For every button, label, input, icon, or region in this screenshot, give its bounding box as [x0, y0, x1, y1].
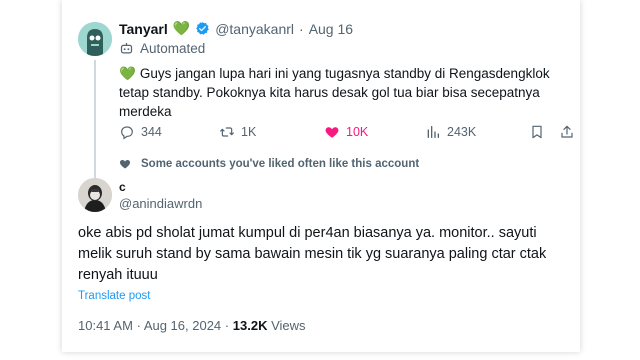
anindiawrdn-avatar[interactable]: [78, 178, 112, 212]
repost-button[interactable]: 1K: [219, 124, 256, 140]
tweet-header: Tanyarl 💚 @tanyakanrl · Aug 16: [119, 20, 353, 37]
reply-tweet-text: oke abis pd sholat jumat kumpul di per4a…: [78, 225, 547, 283]
robot-avatar-image: [78, 22, 112, 56]
separator-dot: ·: [136, 318, 141, 333]
post-date[interactable]: Aug 16: [309, 21, 353, 37]
views-button[interactable]: 243K: [425, 124, 476, 140]
reply-count: 344: [141, 125, 162, 139]
thread-line: [94, 60, 96, 178]
post-date[interactable]: Aug 16, 2024: [144, 318, 221, 333]
reply-icon: [121, 126, 133, 140]
like-button[interactable]: 10K: [324, 124, 368, 140]
robot-icon: [120, 42, 133, 54]
profile-photo: [78, 178, 112, 212]
verified-badge-icon[interactable]: [195, 21, 210, 36]
bookmark-button[interactable]: [529, 124, 545, 140]
share-icon: [561, 125, 573, 138]
repost-count: 1K: [241, 125, 257, 139]
post-metadata: 10:41 AM · Aug 16, 2024 · 13.2K Views: [78, 318, 306, 333]
quoted-tweet-text: Guys jangan lupa hari ini yang tugasnya …: [119, 66, 550, 119]
views-label: Views: [271, 318, 306, 333]
action-bar: 344 1K 10K 243K: [119, 124, 573, 142]
reply-author-name[interactable]: c: [119, 180, 126, 194]
author-handle[interactable]: @tanyakanrl: [215, 21, 294, 37]
separator-dot: ·: [224, 318, 230, 333]
views-icon: [427, 126, 439, 138]
social-context: Some accounts you've liked often like th…: [119, 158, 419, 170]
reply-author-handle[interactable]: @anindiawrdn: [119, 196, 202, 211]
social-context-text: Some accounts you've liked often like th…: [141, 158, 420, 170]
repost-icon: [220, 127, 234, 137]
view-count: 13.2K: [232, 318, 268, 333]
like-count: 10K: [346, 125, 369, 139]
like-icon: [325, 127, 339, 138]
tanyarl-avatar[interactable]: [78, 22, 112, 56]
green-heart-emoji: 💚: [119, 66, 136, 81]
quoted-tweet-body: 💚 Guys jangan lupa hari ini yang tugasnya…: [119, 64, 569, 121]
automated-label: Automated: [119, 41, 205, 56]
reply-button[interactable]: 344: [119, 124, 162, 140]
author-name[interactable]: Tanyarl: [119, 21, 168, 37]
translate-post-link[interactable]: Translate post: [78, 290, 150, 302]
heart-small-icon: [119, 160, 131, 169]
bookmark-icon: [532, 125, 542, 139]
green-heart-emoji: 💚: [172, 20, 191, 36]
automated-text: Automated: [140, 41, 206, 56]
separator-dot: ·: [299, 20, 304, 37]
share-button[interactable]: [559, 124, 575, 140]
views-count: 243K: [447, 125, 477, 139]
post-time[interactable]: 10:41 AM: [78, 318, 133, 333]
